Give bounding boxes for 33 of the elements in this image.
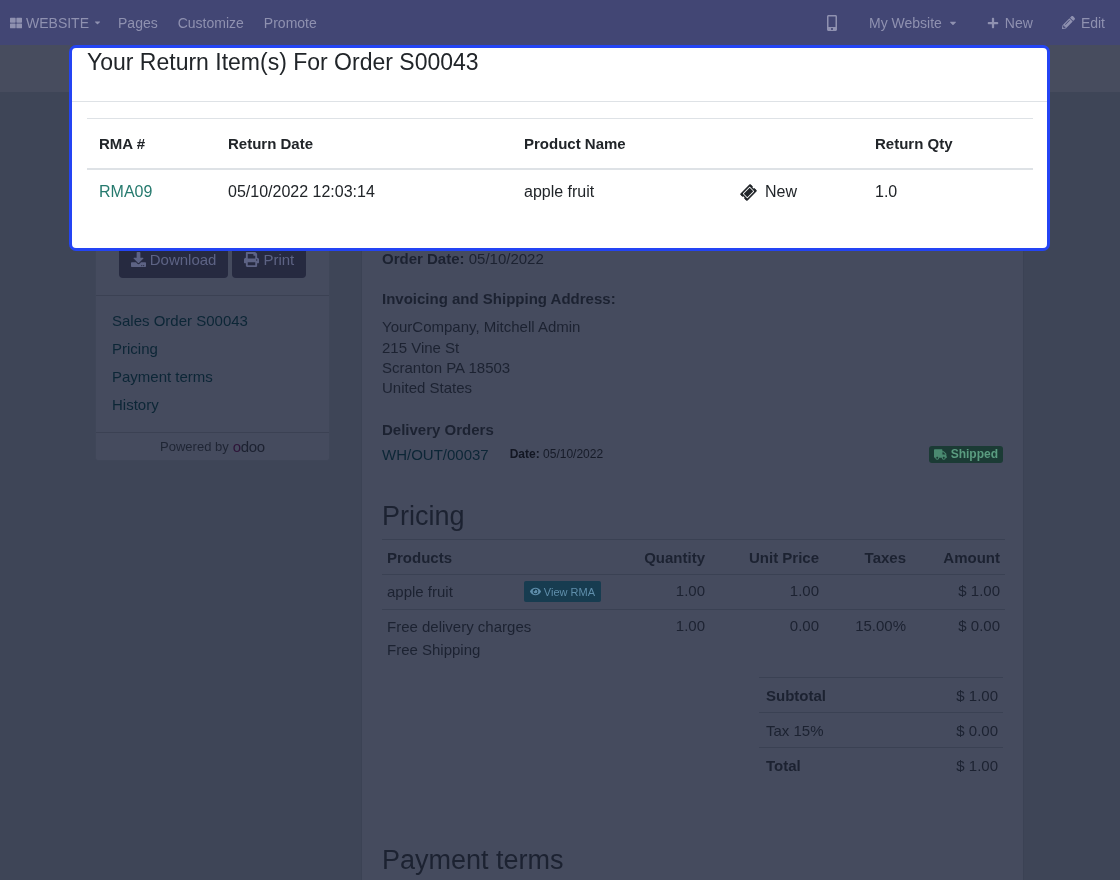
nav-link[interactable]: Pages (108, 0, 168, 45)
printer-icon (244, 252, 260, 267)
nav-link[interactable]: Promote (253, 0, 327, 45)
delivery-link[interactable]: WH/OUT/00037 (382, 445, 489, 463)
website-dropdown[interactable]: My Website (859, 0, 968, 45)
status-label: Shipped (950, 447, 998, 461)
caret-icon (93, 18, 102, 27)
download-icon (130, 252, 146, 267)
dialog-title: Your Return Item(s) For Order S00043 (87, 48, 479, 76)
column-header: Product Name (512, 118, 729, 169)
truck-icon (933, 447, 947, 461)
website-menu-button[interactable]: WEBSITE (10, 0, 108, 45)
table-cell: apple fruit (512, 168, 729, 215)
grid-icon (10, 16, 22, 29)
view-rma-button[interactable]: View RMA (523, 581, 601, 602)
mobile-phone-icon (824, 14, 840, 31)
column-header: Return Qty (863, 118, 1033, 169)
edit-button[interactable]: Edit (1051, 0, 1115, 45)
column-header: Return Date (216, 118, 512, 169)
nav-link[interactable]: Customize (167, 0, 254, 45)
rma-link[interactable]: RMA09 (99, 183, 153, 200)
table-cell: 1.0 (863, 168, 1033, 215)
sidebar-link[interactable]: Sales Order S00043 (112, 307, 248, 335)
sidebar-link[interactable]: History (112, 391, 159, 419)
status-text: New (765, 183, 797, 201)
sidebar-link[interactable]: Pricing (112, 335, 158, 363)
table-cell: 05/10/2022 12:03:14 (216, 168, 512, 215)
new-button[interactable]: New (976, 0, 1043, 45)
column-header: RMA # (87, 118, 216, 169)
plus-icon (986, 16, 999, 29)
eye-icon (529, 586, 541, 597)
pencil-icon (1061, 16, 1075, 29)
sidebar-link[interactable]: Payment terms (112, 363, 213, 391)
